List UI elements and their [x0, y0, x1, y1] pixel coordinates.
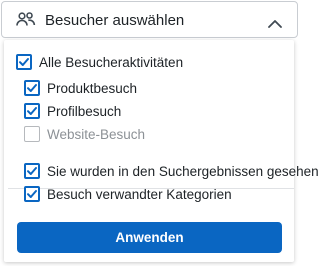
- checkbox-profile-visit[interactable]: [24, 103, 40, 119]
- apply-button[interactable]: Anwenden: [17, 222, 282, 253]
- checkbox-seen-in-search-results[interactable]: [24, 163, 40, 179]
- option-all-visitor-activities[interactable]: Alle Besucheraktivitäten: [16, 52, 183, 72]
- option-label: Produktbesuch: [47, 80, 138, 96]
- visitor-select-label: Besucher auswählen: [45, 12, 185, 29]
- checkbox-product-visit[interactable]: [24, 80, 40, 96]
- visitor-select-header[interactable]: Besucher auswählen: [1, 1, 298, 38]
- option-label: Profilbesuch: [47, 103, 122, 119]
- checkbox-website-visit: [24, 126, 40, 142]
- people-icon: [16, 11, 36, 27]
- option-label: Website-Besuch: [47, 126, 146, 142]
- option-website-visit: Website-Besuch: [24, 124, 145, 144]
- option-seen-in-search-results[interactable]: Sie wurden in den Suchergebnissen gesehe…: [24, 161, 319, 181]
- option-label: Besuch verwandter Kategorien: [47, 186, 232, 202]
- option-label: Sie wurden in den Suchergebnissen gesehe…: [47, 163, 319, 179]
- option-label: Alle Besucheraktivitäten: [39, 54, 184, 70]
- checkbox-all-visitor-activities[interactable]: [16, 54, 32, 70]
- option-profile-visit[interactable]: Profilbesuch: [24, 101, 121, 121]
- option-product-visit[interactable]: Produktbesuch: [24, 78, 137, 98]
- checkbox-related-categories-visit[interactable]: [24, 186, 40, 202]
- option-related-categories-visit[interactable]: Besuch verwandter Kategorien: [24, 184, 232, 204]
- chevron-up-icon[interactable]: [268, 15, 282, 28]
